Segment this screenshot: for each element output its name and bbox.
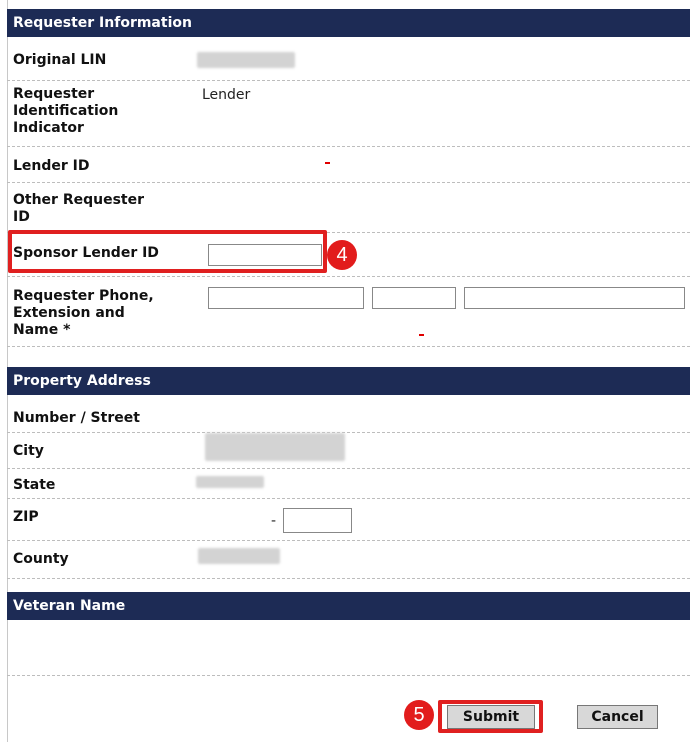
requester-information-header: Requester Information [7,9,690,37]
requester-extension-input[interactable] [372,287,456,309]
requester-phone-label: Requester Phone, Extension and Name * [13,288,154,338]
requester-id-indicator-label: Requester Identification Indicator [13,86,119,136]
requester-phone-input[interactable] [208,287,364,309]
step-4-badge: 4 [327,240,357,270]
county-label: County [13,551,69,567]
requester-id-indicator-value: Lender [202,87,251,103]
zip-label: ZIP [13,509,39,525]
county-value-redacted [198,548,280,564]
zip-row: ZIP - [7,499,690,541]
original-lin-value-redacted [197,52,295,68]
lender-id-label: Lender ID [13,158,90,174]
veteran-name-header: Veteran Name [7,592,690,620]
zip-separator: - [271,513,277,529]
street-label: Number / Street [13,410,140,426]
requester-phone-row: Requester Phone, Extension and Name * [7,277,690,347]
cancel-button[interactable]: Cancel [577,705,658,729]
step-5-badge: 5 [404,700,434,730]
zip-extension-input[interactable] [283,508,352,533]
other-requester-id-row: Other Requester ID [7,183,690,233]
city-value-redacted [205,433,345,461]
state-label: State [13,477,56,493]
state-value-redacted [196,476,264,488]
property-address-header: Property Address [7,367,690,395]
original-lin-row: Original LIN [7,37,690,81]
city-row: City [7,433,690,469]
lender-id-row: Lender ID [7,147,690,183]
original-lin-label: Original LIN [13,52,107,68]
county-row: County [7,541,690,579]
other-requester-id-label: Other Requester ID [13,192,145,225]
state-row: State [7,469,690,499]
lender-id-required-marker [325,162,330,164]
requester-phone-required-marker [419,334,424,336]
requester-name-input[interactable] [464,287,685,309]
city-label: City [13,443,44,459]
veteran-name-row [7,620,690,676]
step-4-highlight [8,230,327,273]
street-row: Number / Street [7,395,690,433]
requester-id-indicator-row: Requester Identification Indicator Lende… [7,81,690,147]
step-5-highlight [438,700,543,733]
